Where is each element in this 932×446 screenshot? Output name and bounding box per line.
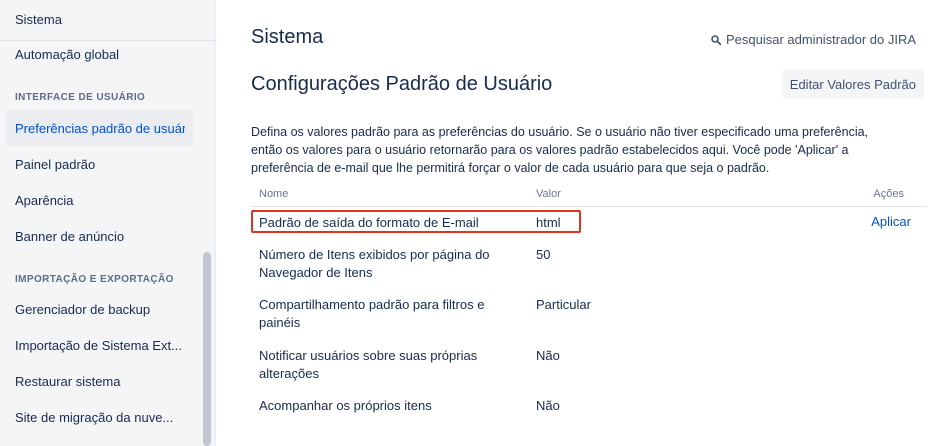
search-admin-label: Pesquisar administrador do JIRA <box>725 32 916 47</box>
sidebar-item-automacao-global[interactable]: Automação global <box>15 47 119 62</box>
sidebar-item-aparencia[interactable]: Aparência <box>15 193 74 208</box>
table-row-value: Não <box>536 398 560 413</box>
table-row-name: Acompanhar os próprios itens <box>259 398 432 413</box>
edit-defaults-button[interactable]: Editar Valores Padrão <box>781 69 924 99</box>
sidebar-item-restaurar-sistema[interactable]: Restaurar sistema <box>15 374 120 389</box>
table-row-value: Particular <box>536 297 591 312</box>
sidebar-item-label: Preferências padrão de usuário <box>15 121 185 136</box>
apply-link[interactable]: Aplicar <box>871 214 911 229</box>
sidebar-item-painel-padrao[interactable]: Painel padrão <box>15 157 95 172</box>
table-row-value: 50 <box>536 247 551 262</box>
header-divider <box>251 206 927 207</box>
search-icon <box>711 35 722 46</box>
section-description: Defina os valores padrão para as preferê… <box>251 125 869 175</box>
sidebar-title: Sistema <box>15 12 62 27</box>
column-header-value: Valor <box>536 188 561 200</box>
sidebar-divider <box>0 40 215 41</box>
table-row-name: Compartilhamento padrão para filtros e p… <box>259 297 485 330</box>
table-row-value: html <box>536 215 561 230</box>
table-row-name: Padrão de saída do formato de E-mail <box>259 215 479 230</box>
section-title: Configurações Padrão de Usuário <box>251 73 553 95</box>
table-row-value: Não <box>536 348 560 363</box>
sidebar-section-import-export: IMPORTAÇÃO E EXPORTAÇÃO <box>15 274 174 285</box>
column-header-actions: Ações <box>873 188 904 200</box>
sidebar-item-site-migracao[interactable]: Site de migração da nuve... <box>15 410 173 425</box>
sidebar-item-gerenciador-backup[interactable]: Gerenciador de backup <box>15 302 150 317</box>
sidebar-scrollbar-thumb[interactable] <box>203 252 211 446</box>
sidebar-item-banner-anuncio[interactable]: Banner de anúncio <box>15 229 124 244</box>
table-row-name: Número de Itens exibidos por página do N… <box>259 247 490 280</box>
sidebar-item-preferencias-padrao[interactable]: Preferências padrão de usuário <box>6 110 193 146</box>
sidebar: Sistema Automação global INTERFACE DE US… <box>0 0 216 446</box>
sidebar-item-importacao-sistema[interactable]: Importação de Sistema Ext... <box>15 338 182 353</box>
main-content: Sistema Pesquisar administrador do JIRA … <box>216 0 932 446</box>
page-title: Sistema <box>251 26 324 48</box>
sidebar-section-ui: INTERFACE DE USUÁRIO <box>15 92 146 103</box>
column-header-name: Nome <box>259 188 289 200</box>
search-admin-link[interactable]: Pesquisar administrador do JIRA <box>711 32 916 47</box>
table-row-name: Notificar usuários sobre suas próprias a… <box>259 348 478 381</box>
